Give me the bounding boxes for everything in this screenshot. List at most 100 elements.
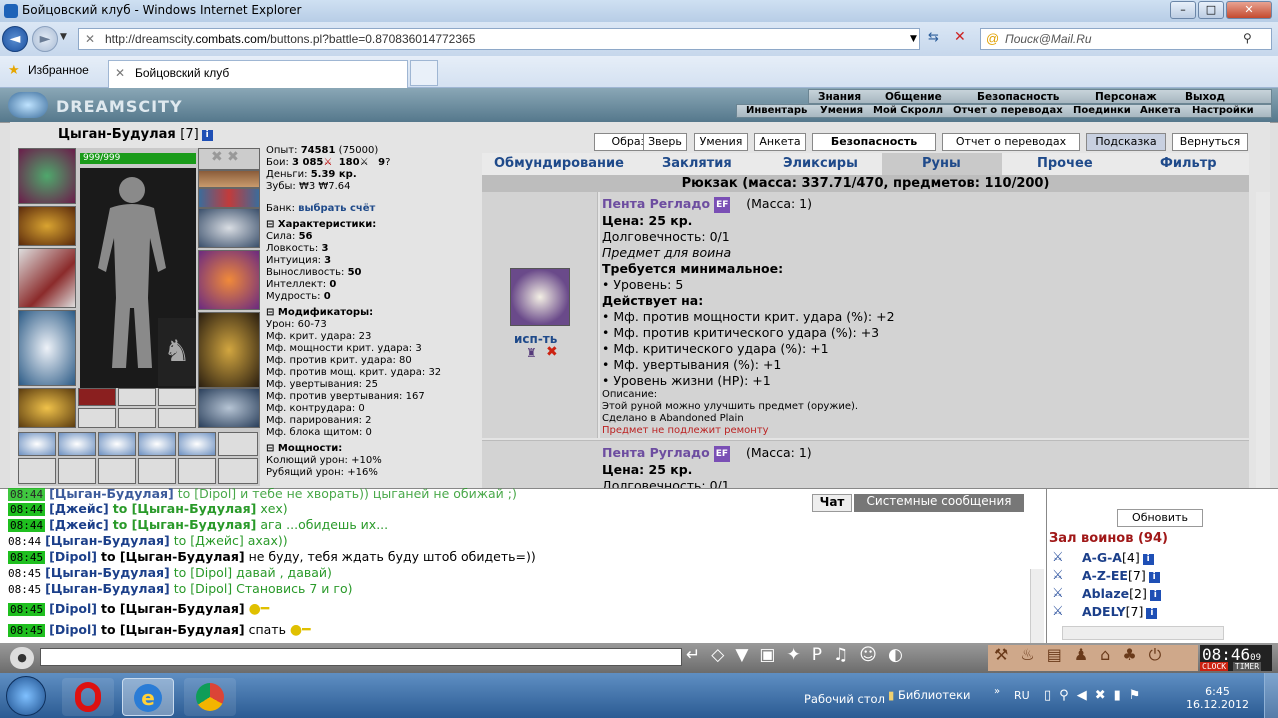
scroll-slot-3[interactable] [98,432,136,456]
forward-icon[interactable]: ► [32,26,58,52]
charm-slot-5[interactable] [118,408,156,428]
player-name[interactable]: Ablaze [1082,586,1129,601]
gloves-slot[interactable] [198,208,260,248]
player-row[interactable]: Ablaze[2] i [1082,586,1161,601]
armor-slot[interactable] [18,310,76,386]
chat-from[interactable]: [Цыган-Будулая] [45,533,170,548]
info-icon[interactable]: i [1148,572,1160,583]
chest-icon[interactable]: ▤ [1047,645,1074,664]
charm-slot-4[interactable] [78,408,116,428]
belt-slot[interactable] [18,388,76,428]
chat-from[interactable]: [Цыган-Будулая] [45,581,170,596]
chat-input[interactable] [40,648,682,666]
charm-slot-1[interactable] [78,388,116,406]
charm-slot-3[interactable] [158,388,196,406]
info-icon[interactable]: i [201,130,213,141]
player-name[interactable]: A-Z-EE [1082,568,1128,583]
scroll-slot-11[interactable] [178,458,216,484]
volume-icon[interactable]: ◀ [1077,688,1095,703]
submenu-moy-skroll[interactable]: Мой Скролл [873,105,943,116]
otchet-button[interactable]: Отчет о переводах [942,133,1080,151]
smiley-icon[interactable]: ☺ [859,645,888,665]
player-row[interactable]: ADELY[7] i [1082,604,1158,619]
url-input[interactable]: ✕ http://dreamscity.combats.com/buttons.… [78,28,920,50]
send-icon[interactable]: ↵ [686,645,711,665]
search-input[interactable]: @ Поиск@Mail.Ru ⚲ [980,28,1272,50]
item2-name[interactable]: Пента Ругладо [602,445,710,460]
earrings-slot[interactable]: ✖ ✖ [198,148,260,170]
info-icon[interactable]: i [1146,608,1158,619]
browser-tab[interactable]: ✕ Бойцовский клуб [108,60,408,88]
url-dropdown-icon[interactable]: ▼ [910,34,917,44]
show-desktop-button[interactable] [1264,673,1278,718]
charm-slot-2[interactable] [118,388,156,406]
item-name[interactable]: Пента Регладо [602,196,710,211]
flag-icon[interactable]: ⚑ [1129,688,1149,703]
scroll-slot-1[interactable] [18,432,56,456]
scroll-slot-8[interactable] [58,458,96,484]
private-icon[interactable]: P [812,645,833,665]
refresh-button[interactable]: Обновить [1117,509,1203,527]
language-indicator[interactable]: RU [1014,689,1030,702]
submenu-inventar[interactable]: Инвентарь [746,105,807,116]
scroll-slot-7[interactable] [18,458,56,484]
chat-time[interactable]: 08:44 [8,488,46,501]
menu-vyhod[interactable]: Выход [1185,91,1225,103]
umeniya-button[interactable]: Умения [694,133,748,151]
player-name[interactable]: A-G-A [1082,550,1122,565]
helmet-slot[interactable] [18,148,76,204]
anketa-button[interactable]: Анкета [754,133,806,151]
chat-from[interactable]: [Dipol] [49,549,97,564]
stop-icon[interactable]: ✕ [954,29,966,45]
scroll-slot-2[interactable] [58,432,96,456]
shop-icon[interactable]: ⌂ [1100,645,1122,664]
info-icon[interactable]: i [1149,590,1161,601]
tab-prochee[interactable]: Прочее [1037,156,1093,171]
start-button-icon[interactable] [6,676,46,716]
chat-time[interactable]: 08:44 [8,503,46,516]
chat-from[interactable]: [Джейс] [49,501,109,516]
taskbar-clock[interactable]: 6:45 16.12.2012 [1186,685,1249,711]
collapse-icon[interactable]: ⊟ [266,443,274,454]
chat-time[interactable]: 08:45 [8,603,46,616]
taskbar-libraries-label[interactable]: ▮ Библиотеки [888,688,971,702]
scroll-slot-12[interactable] [218,458,258,484]
amulet-slot[interactable] [198,170,260,188]
submenu-poedinki[interactable]: Поединки [1073,105,1131,116]
info-icon[interactable]: i [1142,554,1154,565]
scroll-slot-6[interactable] [218,432,258,456]
tab-filtr[interactable]: Фильтр [1160,156,1217,171]
potion-icon[interactable]: ♨ [1020,645,1046,664]
submenu-umeniya[interactable]: Умения [820,105,863,116]
tab-chat[interactable]: Чат [812,494,852,512]
sound-icon[interactable]: ♫ [833,645,859,665]
pants-slot[interactable] [198,312,260,388]
drop-icon[interactable]: ✖ [546,344,558,360]
pet-icon[interactable]: ♞ [158,318,196,386]
signal-icon[interactable]: ▮ [1114,688,1129,703]
tab-zaklyatiya[interactable]: Заклятия [662,156,732,171]
chrome-taskbar-icon[interactable] [184,678,236,716]
bezopasnost-button[interactable]: Безопасность [812,133,936,151]
chat-time[interactable]: 08:45 [8,551,46,564]
refresh-icon[interactable]: ⇆ [928,30,939,45]
collapse-icon[interactable]: ⊟ [266,307,274,318]
chat-from[interactable]: [Цыган-Будулая] [49,486,174,501]
scroll-slot-10[interactable] [138,458,176,484]
collapse-icon[interactable]: ⊟ [266,219,274,230]
shield-slot[interactable] [198,250,260,310]
chat-from[interactable]: [Цыган-Будулая] [45,565,170,580]
save-icon[interactable]: ▣ [759,645,786,665]
tab-obmundirovanie[interactable]: Обмундирование [494,156,624,171]
rings-slot[interactable] [198,188,260,208]
chat-time[interactable]: 08:45 [8,624,46,637]
chat-time[interactable]: 08:44 [8,535,41,548]
scroll-slot-5[interactable] [178,432,216,456]
power-section-header[interactable]: ⊟ Мощности: [266,443,480,455]
new-tab-button[interactable] [410,60,438,86]
podskazka-button[interactable]: Подсказка [1086,133,1166,151]
mod-section-header[interactable]: ⊟ Модификаторы: [266,307,480,319]
bank-link[interactable]: выбрать счёт [298,203,375,214]
filter-icon[interactable]: ▼ [735,645,759,665]
favorites-label[interactable]: Избранное [28,63,89,77]
